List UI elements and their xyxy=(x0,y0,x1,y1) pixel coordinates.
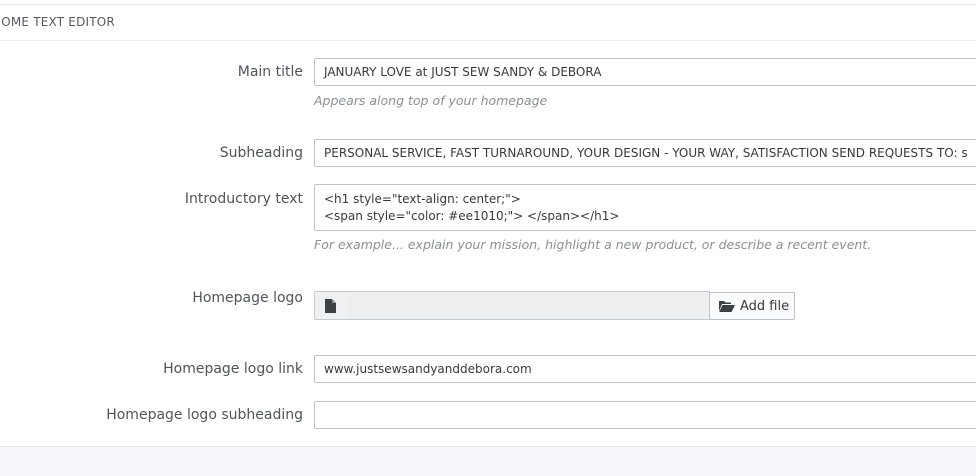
header-divider xyxy=(0,40,976,41)
main-title-input[interactable]: JANUARY LOVE at JUST SEW SANDY & DEBORA xyxy=(314,58,976,86)
add-file-label: Add file xyxy=(740,298,790,314)
main-title-help: Appears along top of your homepage xyxy=(314,93,548,108)
folder-open-icon xyxy=(719,301,735,312)
homepage-logo-link-label: Homepage logo link xyxy=(163,361,303,377)
homepage-logo-label: Homepage logo xyxy=(192,290,303,306)
file-icon-addon xyxy=(314,291,347,320)
intro-text-textarea[interactable]: <h1 style="text-align: center;"> <span s… xyxy=(314,184,976,231)
homepage-logo-subheading-input[interactable] xyxy=(314,401,976,429)
top-divider xyxy=(0,4,976,5)
file-icon xyxy=(325,299,336,313)
subheading-label: Subheading xyxy=(219,145,303,161)
main-title-label: Main title xyxy=(237,64,303,80)
logo-file-name-field[interactable] xyxy=(346,291,710,320)
add-file-button[interactable]: Add file xyxy=(709,292,795,320)
panel-header: HOME TEXT EDITOR xyxy=(0,15,115,29)
intro-text-help: For example... explain your mission, hig… xyxy=(314,237,872,252)
homepage-logo-subheading-label: Homepage logo subheading xyxy=(106,407,303,423)
intro-text-label: Introductory text xyxy=(184,191,303,207)
home-text-editor-panel: HOME TEXT EDITOR Main title JANUARY LOVE… xyxy=(0,0,976,447)
subheading-input[interactable]: PERSONAL SERVICE, FAST TURNAROUND, YOUR … xyxy=(314,139,976,167)
homepage-logo-link-input[interactable]: www.justsewsandyanddebora.com xyxy=(314,355,976,383)
